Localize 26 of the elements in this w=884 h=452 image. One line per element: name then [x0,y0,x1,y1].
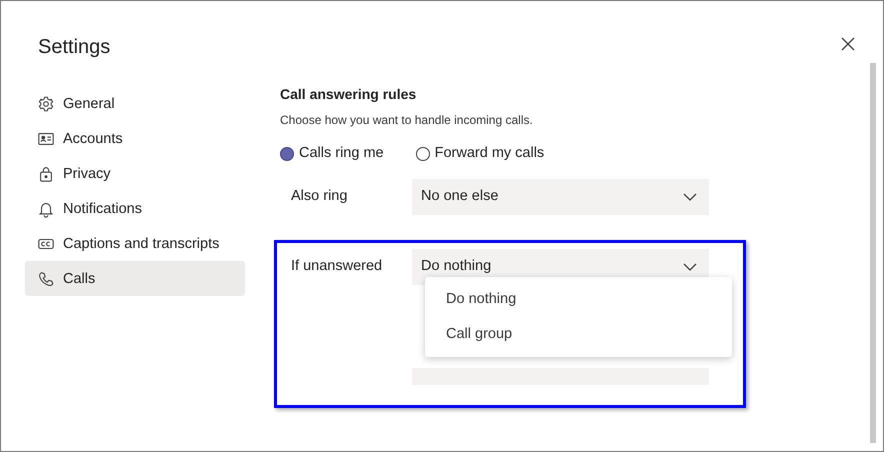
menu-item[interactable]: Call group [425,317,732,352]
lock-icon [37,164,55,182]
sidebar-item[interactable]: Captions and transcripts [25,226,245,261]
chevron-down-icon [683,262,697,271]
scrollbar[interactable] [870,63,876,443]
field-label: Also ring [290,186,348,206]
sidebar-item[interactable]: Privacy [25,156,245,191]
sidebar-item[interactable]: Calls [25,261,245,296]
section-description: Choose how you want to handle incoming calls. [280,112,534,129]
menu-item[interactable]: Do nothing [425,282,732,317]
radio-option[interactable]: Forward my calls [416,143,544,165]
sidebar-item[interactable]: General [25,86,245,121]
chevron-down-icon [683,192,697,201]
radio-option[interactable]: Calls ring me [280,143,384,165]
radio-button[interactable] [280,146,294,161]
gear-icon [37,94,55,112]
sidebar-item[interactable]: Notifications [25,191,245,226]
sidebar-item[interactable]: Accounts [25,121,245,156]
close-icon [841,37,855,51]
section-heading: Call answering rules [280,85,418,103]
radio-button[interactable] [416,146,430,161]
phone-icon [37,270,55,288]
window-title: Settings [38,35,110,60]
field-label: If unanswered [290,256,384,276]
close-button[interactable] [839,35,857,53]
dropdown[interactable]: No one else [412,178,709,215]
